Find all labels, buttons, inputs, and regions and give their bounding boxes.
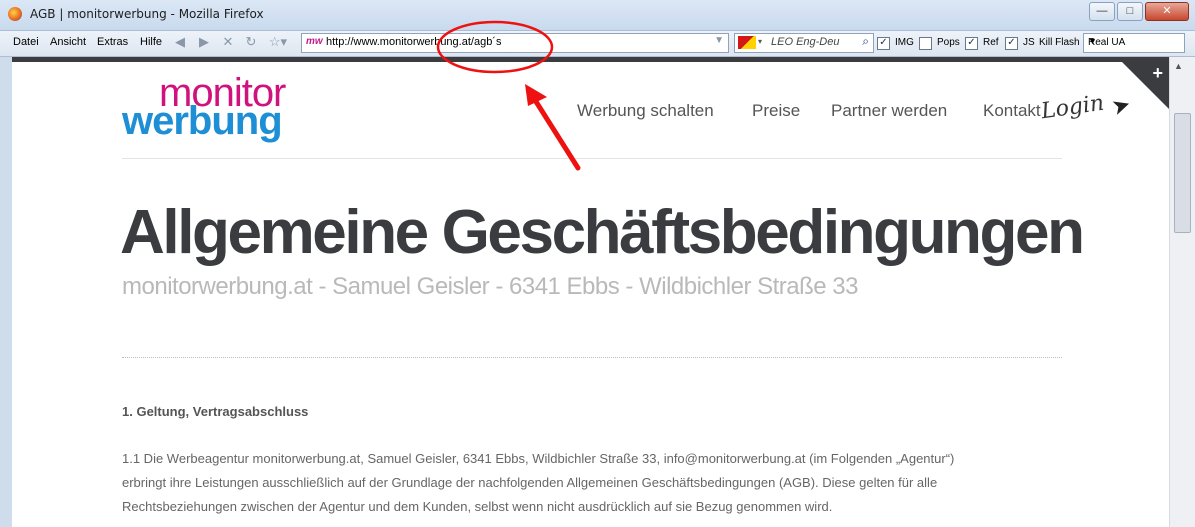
chevron-down-icon[interactable]: ▼ <box>1088 36 1181 46</box>
page-title: Allgemeine Geschäftsbedingungen <box>120 198 1085 267</box>
vertical-scrollbar[interactable]: ▲ <box>1169 57 1195 527</box>
plus-icon[interactable]: + <box>1152 63 1163 84</box>
content-divider <box>122 357 1062 358</box>
toggle-js-checkbox[interactable]: ✓ <box>1005 37 1018 50</box>
search-bar[interactable]: ▾ LEO Eng-Deu ⌕ <box>734 33 874 53</box>
paragraph-line: 1.1 Die Werbeagentur monitorwerbung.at, … <box>122 451 955 466</box>
stop-icon[interactable]: ✕ <box>221 35 235 49</box>
scroll-up-icon[interactable]: ▲ <box>1174 61 1183 71</box>
window-title: AGB | monitorwerbung - Mozilla Firefox <box>30 7 264 21</box>
search-icon[interactable]: ⌕ <box>862 34 869 49</box>
search-engine-dropdown-icon[interactable]: ▾ <box>758 37 762 46</box>
scroll-thumb[interactable] <box>1174 113 1191 233</box>
logo-werbung[interactable]: werbung <box>122 101 283 141</box>
login-label[interactable]: Login <box>1040 91 1106 125</box>
section-title: 1. Geltung, Vertragsabschluss <box>122 404 309 419</box>
menu-extras[interactable]: Extras <box>97 36 128 48</box>
close-button[interactable]: ✕ <box>1145 2 1189 21</box>
search-engine-flag-icon[interactable] <box>738 36 756 49</box>
paragraph-line: Rechtsbeziehungen zwischen der Agentur u… <box>122 499 833 514</box>
top-stripe <box>12 57 1169 62</box>
minimize-button[interactable]: — <box>1089 2 1115 21</box>
window-controls: — □ ✕ <box>1089 2 1189 21</box>
paragraph-line: erbringt ihre Leistungen ausschließlich … <box>122 475 938 490</box>
address-dropdown-icon[interactable]: ▼ <box>714 35 724 46</box>
kill-flash-button[interactable]: Kill Flash <box>1039 37 1080 48</box>
toggle-img-label: IMG <box>895 37 914 48</box>
site-favicon: mw <box>306 36 323 47</box>
menu-datei[interactable]: Datei <box>13 36 39 48</box>
toggle-ref-checkbox[interactable]: ✓ <box>965 37 978 50</box>
browser-toolbar: Datei Ansicht Extras Hilfe ◀ ▶ ✕ ↻ ☆▾ mw… <box>0 31 1195 57</box>
nav-werbung-schalten[interactable]: Werbung schalten <box>577 101 714 121</box>
window-left-frame <box>0 57 12 527</box>
window-titlebar: AGB | monitorwerbung - Mozilla Firefox —… <box>0 0 1195 31</box>
page-viewport: + monitor werbung Werbung schalten Preis… <box>12 57 1169 527</box>
page-subtitle: monitorwerbung.at - Samuel Geisler - 634… <box>122 273 859 300</box>
toggle-js-label: JS <box>1023 37 1035 48</box>
toggle-img-checkbox[interactable]: ✓ <box>877 37 890 50</box>
reload-icon[interactable]: ↻ <box>244 35 258 49</box>
maximize-button[interactable]: □ <box>1117 2 1143 21</box>
header-divider <box>122 158 1062 159</box>
firefox-icon <box>8 7 22 21</box>
menu-ansicht[interactable]: Ansicht <box>50 36 86 48</box>
nav-preise[interactable]: Preise <box>752 101 800 121</box>
nav-kontakt[interactable]: Kontakt <box>983 101 1041 121</box>
nav-partner-werden[interactable]: Partner werden <box>831 101 947 121</box>
forward-icon[interactable]: ▶ <box>197 35 211 49</box>
toggle-pops-label: Pops <box>937 37 960 48</box>
user-agent-select[interactable]: Real UA ▼ <box>1083 33 1185 53</box>
section-paragraph: 1.1 Die Werbeagentur monitorwerbung.at, … <box>122 447 1062 519</box>
back-icon[interactable]: ◀ <box>173 35 187 49</box>
address-url[interactable]: http://www.monitorwerbung.at/agb´s <box>326 36 501 48</box>
menu-hilfe[interactable]: Hilfe <box>140 36 162 48</box>
address-bar[interactable]: mw http://www.monitorwerbung.at/agb´s ▼ <box>301 33 729 53</box>
toggle-ref-label: Ref <box>983 37 999 48</box>
toggle-pops-checkbox[interactable]: ✓ <box>919 37 932 50</box>
bookmark-star-icon[interactable]: ☆▾ <box>267 35 289 49</box>
search-engine-name: LEO Eng-Deu <box>771 36 840 48</box>
